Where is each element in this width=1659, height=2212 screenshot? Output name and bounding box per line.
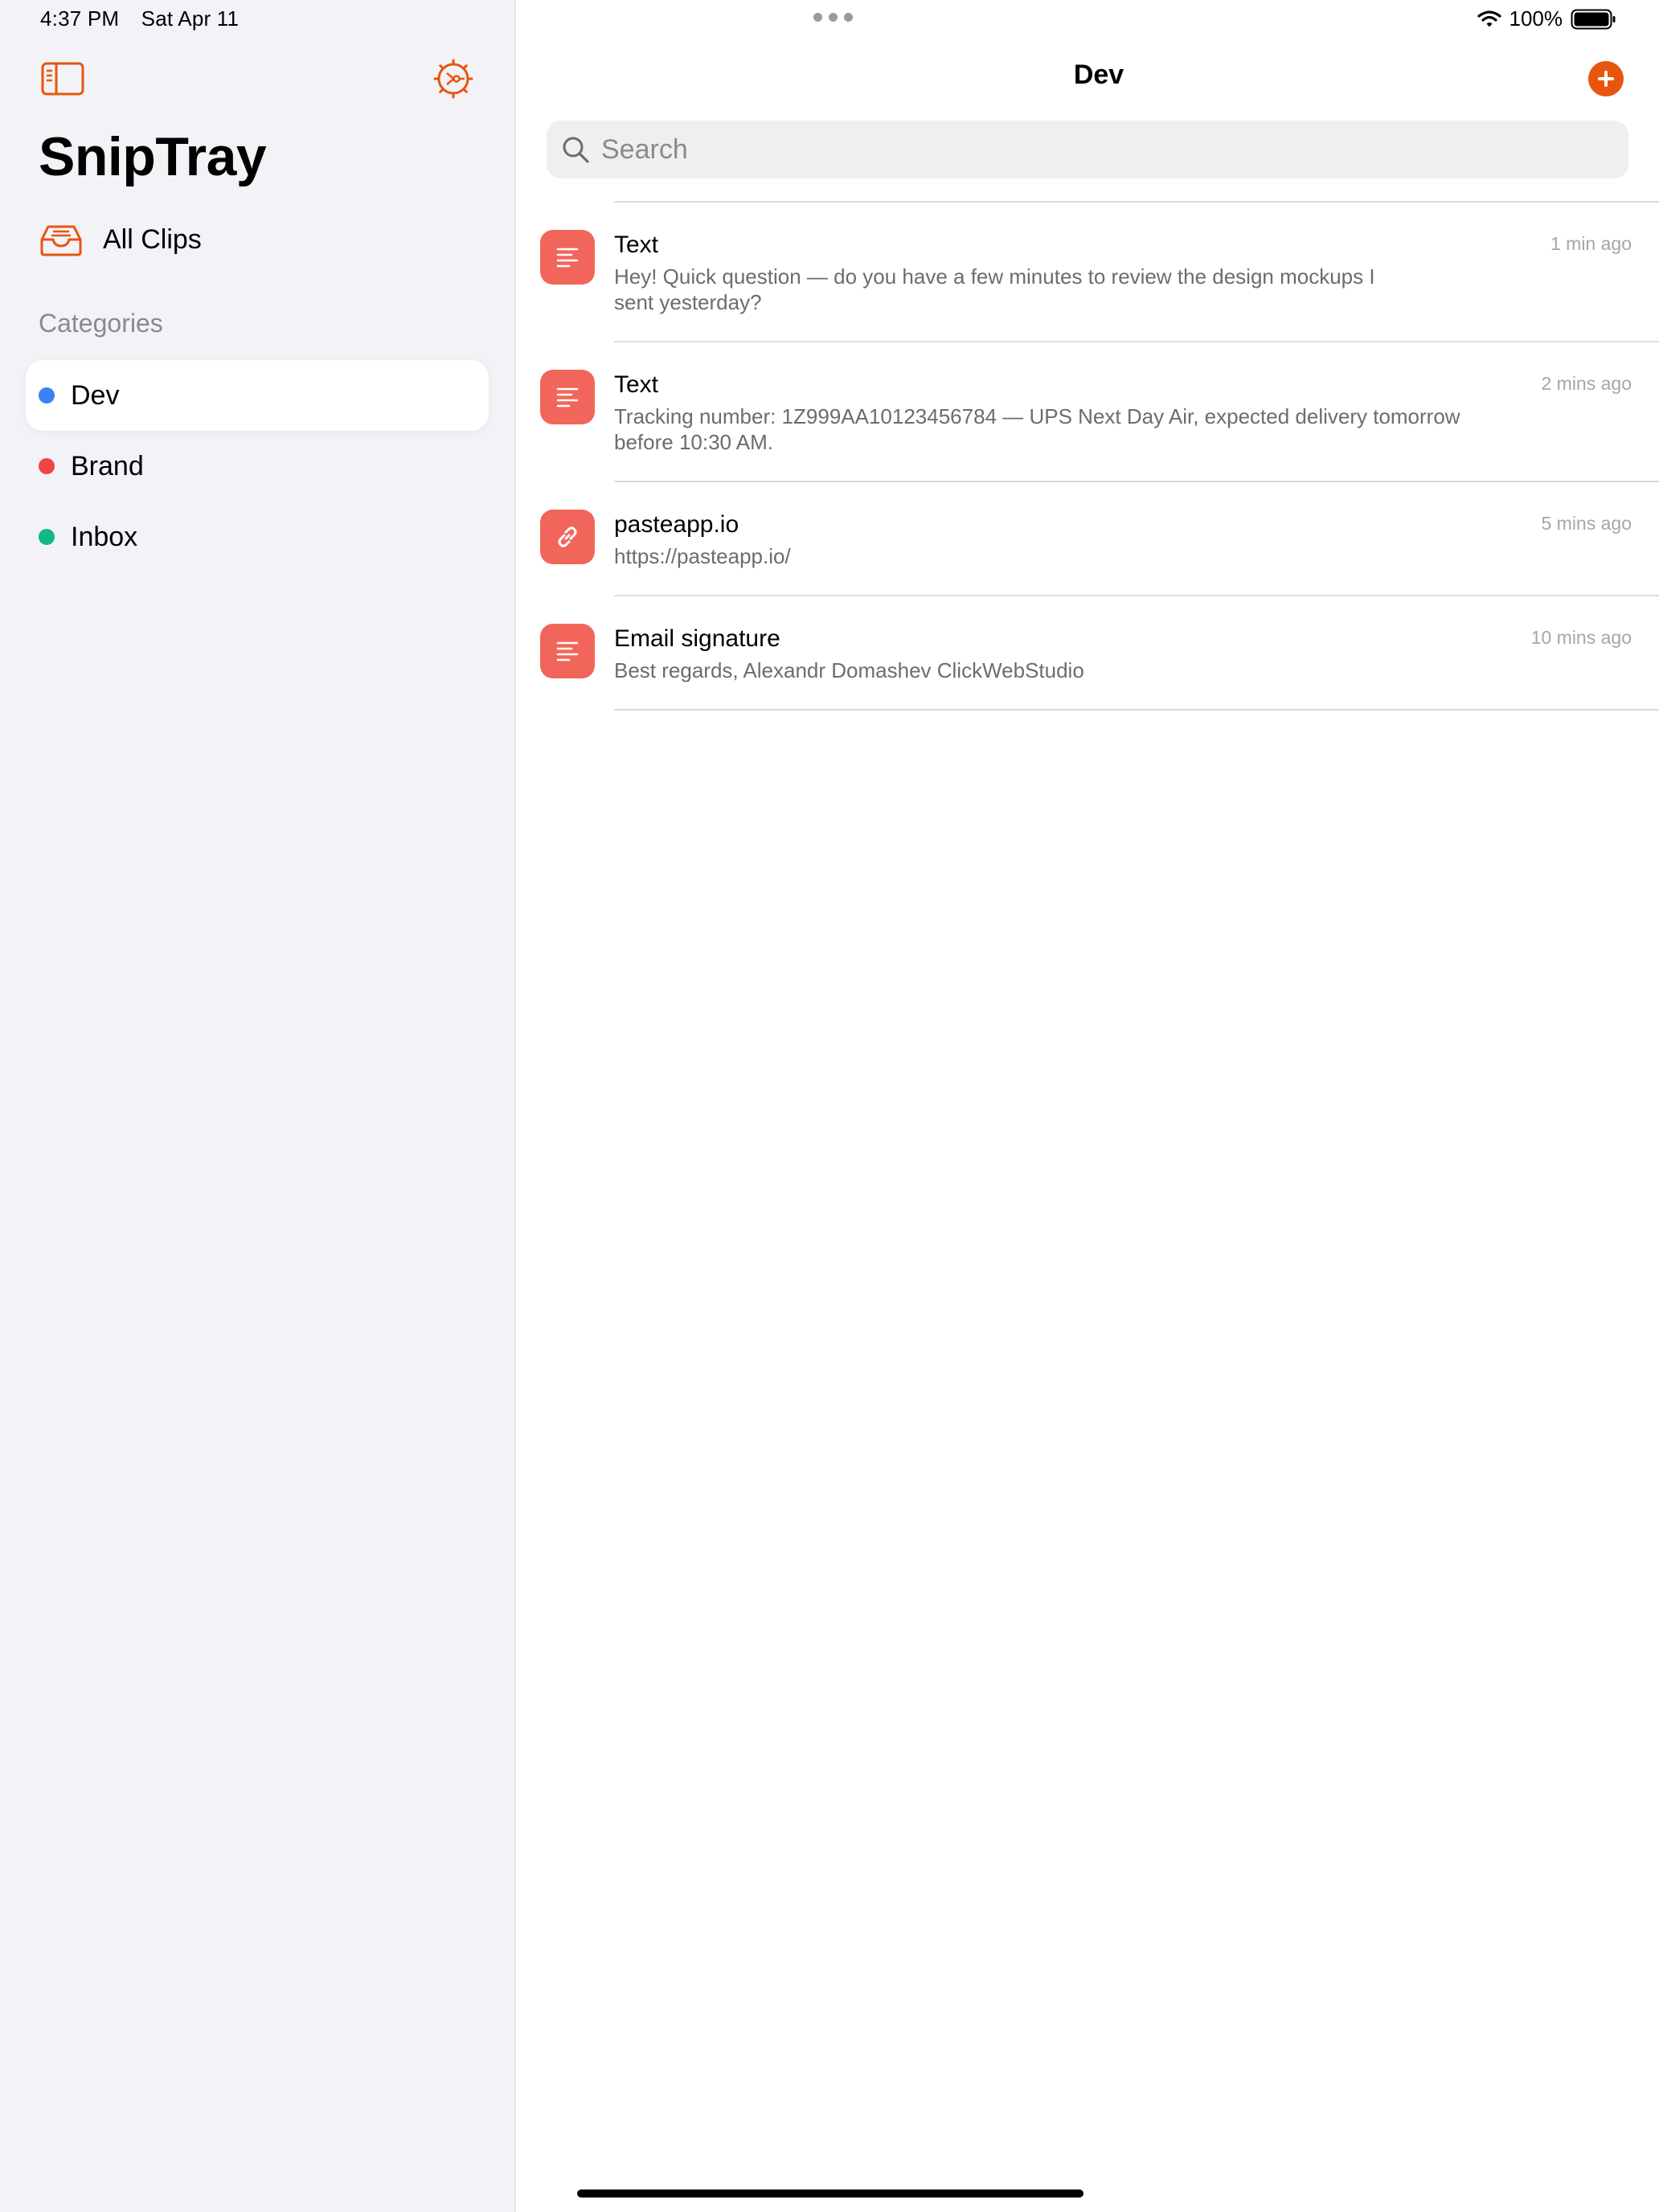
clip-type-icon [540,510,595,564]
text-icon [556,387,579,408]
category-label: Brand [71,450,144,481]
text-icon [556,248,579,268]
main-content: 100% Dev Search Text Hey! Quick question… [516,0,1659,2212]
clip-row[interactable]: Text Tracking number: 1Z999AA10123456784… [516,342,1659,481]
category-item-inbox[interactable]: Inbox [26,502,489,572]
page-title: Dev [1073,59,1124,90]
wifi-icon [1477,10,1501,27]
clip-type-icon [540,230,595,285]
category-label: Dev [71,379,120,411]
clip-row[interactable]: Text Hey! Quick question — do you have a… [516,203,1659,341]
category-item-brand[interactable]: Brand [26,431,489,502]
categories-heading: Categories [39,309,163,338]
gear-icon [433,59,473,99]
status-time: 4:37 PM [40,6,120,31]
all-clips-label: All Clips [103,223,202,255]
battery-icon [1571,9,1616,29]
sidebar-icon [41,62,84,96]
category-dot [39,458,55,474]
sidebar: 4:37 PM Sat Apr 11 SnipTray All Clips Ca… [0,0,514,2212]
clip-preview-line: Best regards, Alexandr Domashev ClickWeb… [614,658,1084,682]
settings-button[interactable] [432,58,474,100]
clip-title: Text [614,231,659,258]
clip-title: pasteapp.io [614,511,739,538]
home-indicator[interactable] [577,2189,1083,2198]
row-divider [614,709,1659,711]
status-bar-left: 4:37 PM Sat Apr 11 [40,6,255,31]
clip-preview-line: before 10:30 AM. [614,430,774,454]
clip-title: Text [614,371,659,398]
app-window: 4:37 PM Sat Apr 11 SnipTray All Clips Ca… [0,0,1659,2212]
category-dot [39,529,55,545]
link-icon [558,526,577,547]
clip-preview-line: https://pasteapp.io/ [614,544,791,568]
search-input[interactable] [601,133,1566,166]
clip-list: Text Hey! Quick question — do you have a… [516,201,1659,711]
clip-preview-line: Tracking number: 1Z999AA10123456784 — UP… [614,404,1460,428]
search-bar[interactable] [547,121,1628,178]
multitasking-dots[interactable] [813,13,853,22]
text-icon [556,641,579,662]
clip-preview-line: sent yesterday? [614,290,762,314]
status-date: Sat Apr 11 [141,6,240,31]
status-bar-right: 100% [1477,6,1618,31]
clip-row[interactable]: pasteapp.io https://pasteapp.io/ 5 mins … [516,482,1659,595]
battery-percent: 100% [1509,6,1563,31]
clip-timestamp: 2 mins ago [1541,373,1632,394]
app-title: SnipTray [39,126,267,187]
category-label: Inbox [71,521,138,552]
clip-type-icon [540,624,595,678]
category-item-dev[interactable]: Dev [26,360,489,431]
category-dot [39,387,55,403]
clip-timestamp: 10 mins ago [1530,627,1632,648]
tray-icon [40,225,82,256]
search-icon [563,137,589,163]
clip-title: Email signature [614,625,780,652]
clip-timestamp: 1 min ago [1550,233,1632,254]
all-clips-item[interactable]: All Clips [39,217,202,262]
sidebar-toggle-button[interactable] [40,59,85,98]
clip-preview-line: Hey! Quick question — do you have a few … [614,264,1375,289]
clip-timestamp: 5 mins ago [1541,513,1632,534]
clip-row[interactable]: Email signature Best regards, Alexandr D… [516,596,1659,709]
add-clip-button[interactable] [1588,61,1624,96]
clip-type-icon [540,370,595,424]
